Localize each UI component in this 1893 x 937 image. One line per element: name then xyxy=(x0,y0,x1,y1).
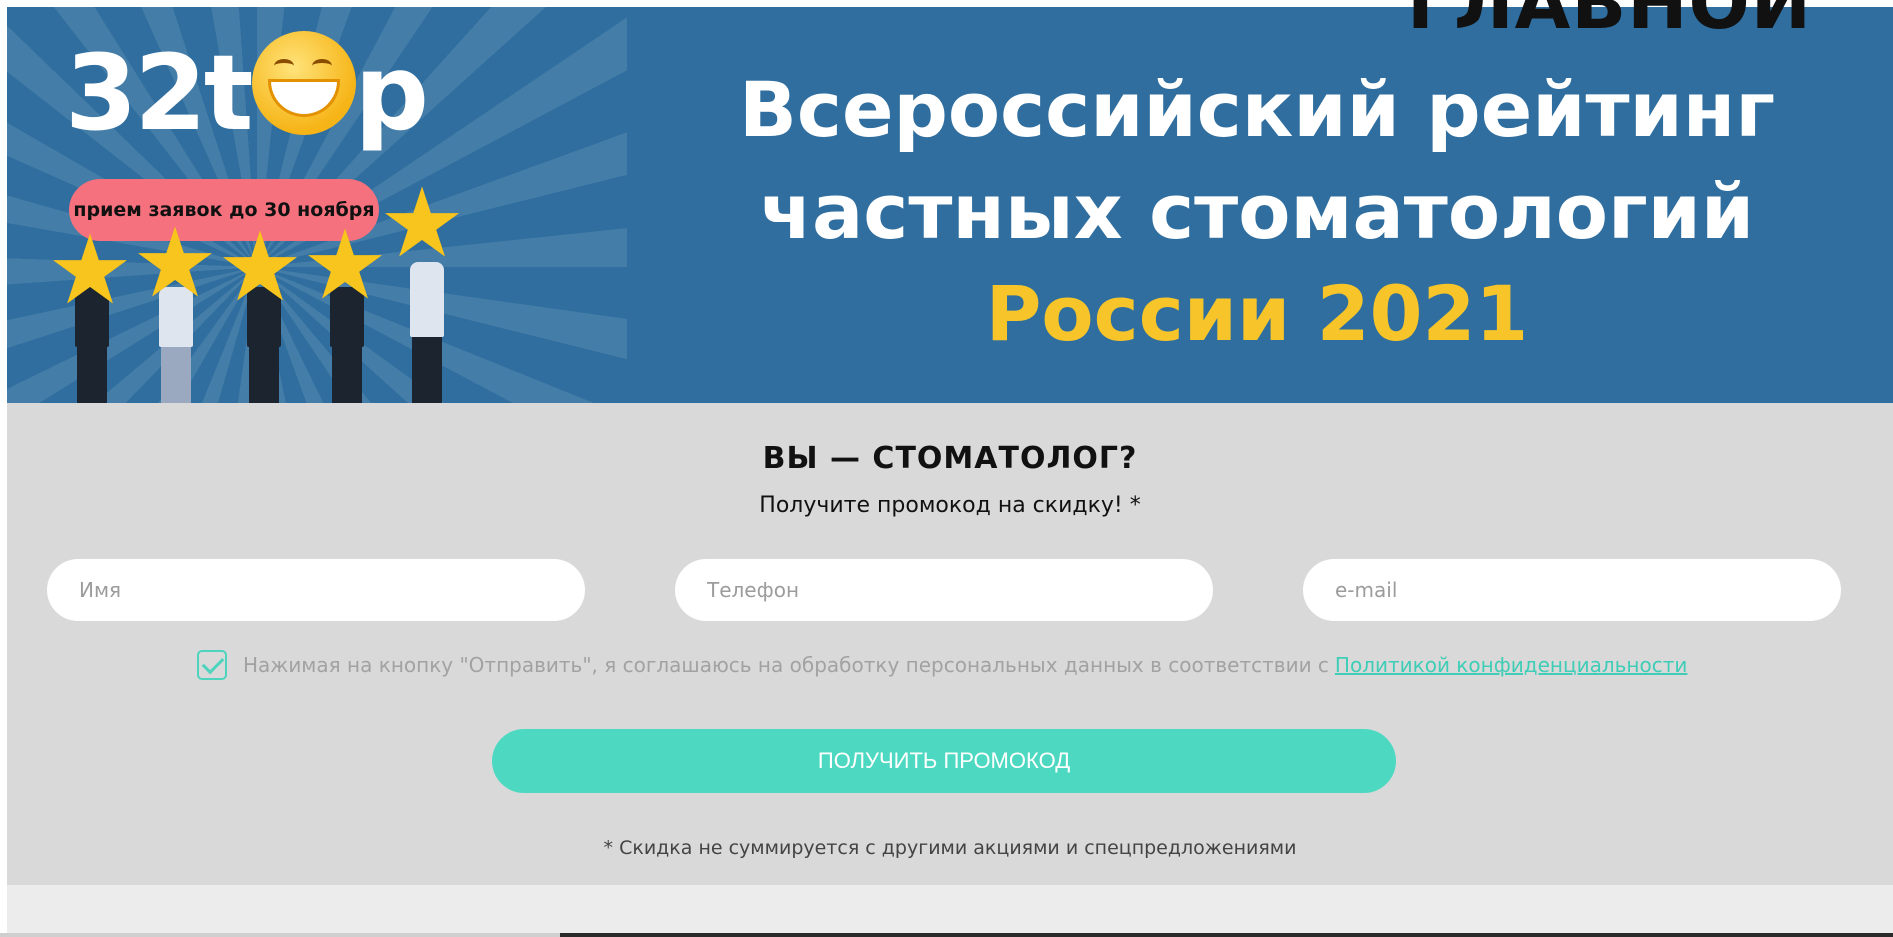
phone-input[interactable] xyxy=(675,559,1213,621)
privacy-policy-link[interactable]: Политикой конфиденциальности xyxy=(1335,653,1687,677)
get-promo-code-button[interactable]: ПОЛУЧИТЬ ПРОМОКОД xyxy=(492,729,1396,793)
discount-footnote: * Скидка не суммируется с другими акциям… xyxy=(603,837,1297,859)
star-icon: ★ xyxy=(302,209,389,321)
consent-row: Нажимая на кнопку "Отправить", я соглаша… xyxy=(197,647,1687,683)
banner-title-line-3: России 2021 xyxy=(985,269,1529,358)
promo-banner: 32t p прием заявок до 30 ноября ★ ★ ★ ★ … xyxy=(7,7,1893,403)
star-icon: ★ xyxy=(132,207,219,319)
consent-text: Нажимая на кнопку "Отправить", я соглаша… xyxy=(243,653,1329,677)
page-bottom-strip xyxy=(7,885,1893,933)
consent-checkbox[interactable] xyxy=(197,650,227,680)
star-icon: ★ xyxy=(217,211,304,323)
logo-prefix: 32t xyxy=(65,32,253,154)
form-heading: ВЫ — СТОМАТОЛОГ? xyxy=(762,441,1138,476)
smiley-face-icon xyxy=(252,31,357,135)
horizontal-scrollbar[interactable] xyxy=(0,933,1893,937)
logo: 32t p xyxy=(65,31,429,154)
banner-title-line-1: Всероссийский рейтинг xyxy=(738,65,1776,154)
banner-title: Всероссийский рейтинг частных стоматолог… xyxy=(727,59,1787,365)
form-subheading: Получите промокод на скидку! * xyxy=(759,493,1141,518)
logo-suffix: p xyxy=(354,32,428,154)
star-icon: ★ xyxy=(47,214,134,326)
star-icon: ★ xyxy=(379,167,466,279)
name-input[interactable] xyxy=(47,559,585,621)
email-input[interactable] xyxy=(1303,559,1841,621)
page-frame: ГЛАВНОЙ 32t p прием заявок до 30 ноября … xyxy=(7,0,1893,933)
promo-code-form: ВЫ — СТОМАТОЛОГ? Получите промокод на ск… xyxy=(7,403,1893,885)
section-heading-cut: ГЛАВНОЙ xyxy=(1407,0,1813,45)
banner-title-line-2: частных стоматологий xyxy=(759,167,1755,256)
